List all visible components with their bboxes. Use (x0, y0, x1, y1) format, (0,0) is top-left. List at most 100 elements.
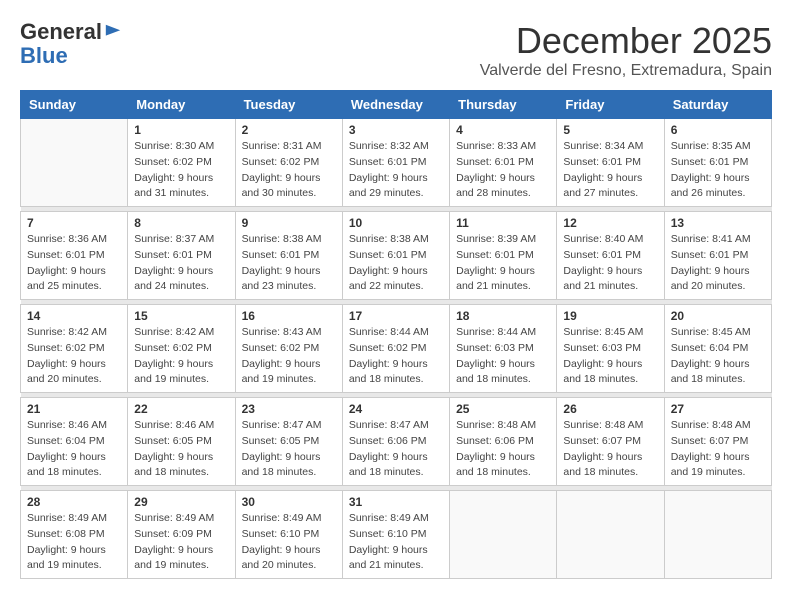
week-row-2: 7 Sunrise: 8:36 AMSunset: 6:01 PMDaylight… (21, 212, 772, 300)
column-header-wednesday: Wednesday (342, 91, 449, 119)
day-info: Sunrise: 8:38 AMSunset: 6:01 PMDaylight:… (349, 232, 443, 295)
day-info: Sunrise: 8:38 AMSunset: 6:01 PMDaylight:… (242, 232, 336, 295)
day-info: Sunrise: 8:46 AMSunset: 6:05 PMDaylight:… (134, 418, 228, 481)
calendar-cell: 24 Sunrise: 8:47 AMSunset: 6:06 PMDayligh… (342, 398, 449, 486)
month-title: December 2025 (480, 20, 772, 62)
calendar-cell: 25 Sunrise: 8:48 AMSunset: 6:06 PMDayligh… (450, 398, 557, 486)
day-info: Sunrise: 8:41 AMSunset: 6:01 PMDaylight:… (671, 232, 765, 295)
calendar-cell: 10 Sunrise: 8:38 AMSunset: 6:01 PMDayligh… (342, 212, 449, 300)
day-number: 20 (671, 309, 765, 323)
week-row-1: 1 Sunrise: 8:30 AMSunset: 6:02 PMDaylight… (21, 119, 772, 207)
day-info: Sunrise: 8:48 AMSunset: 6:06 PMDaylight:… (456, 418, 550, 481)
day-number: 27 (671, 402, 765, 416)
day-number: 6 (671, 123, 765, 137)
day-info: Sunrise: 8:44 AMSunset: 6:03 PMDaylight:… (456, 325, 550, 388)
calendar-cell: 29Sunrise: 8:49 AMSunset: 6:09 PMDayligh… (128, 491, 235, 579)
week-row-5: 28 Sunrise: 8:49 AMSunset: 6:08 PMDayligh… (21, 491, 772, 579)
calendar-table: SundayMondayTuesdayWednesdayThursdayFrid… (20, 90, 772, 579)
day-number: 13 (671, 216, 765, 230)
calendar-cell: 31 Sunrise: 8:49 AMSunset: 6:10 PMDayligh… (342, 491, 449, 579)
day-number: 3 (349, 123, 443, 137)
day-info: Sunrise: 8:49 AMSunset: 6:10 PMDaylight:… (349, 511, 443, 574)
logo-blue-text: Blue (20, 43, 68, 68)
calendar-cell (557, 491, 664, 579)
day-number: 10 (349, 216, 443, 230)
calendar-cell: 16 Sunrise: 8:43 AMSunset: 6:02 PMDayligh… (235, 305, 342, 393)
day-info: Sunrise: 8:49 AMSunset: 6:10 PMDaylight:… (242, 511, 336, 574)
day-info: Sunrise: 8:48 AMSunset: 6:07 PMDaylight:… (671, 418, 765, 481)
location-title: Valverde del Fresno, Extremadura, Spain (480, 62, 772, 80)
calendar-cell: 30 Sunrise: 8:49 AMSunset: 6:10 PMDayligh… (235, 491, 342, 579)
day-number: 23 (242, 402, 336, 416)
day-info: Sunrise: 8:45 AMSunset: 6:04 PMDaylight:… (671, 325, 765, 388)
day-info: Sunrise: 8:44 AMSunset: 6:02 PMDaylight:… (349, 325, 443, 388)
day-info: Sunrise: 8:46 AMSunset: 6:04 PMDaylight:… (27, 418, 121, 481)
column-header-sunday: Sunday (21, 91, 128, 119)
day-number: 22 (134, 402, 228, 416)
calendar-cell: 19 Sunrise: 8:45 AMSunset: 6:03 PMDayligh… (557, 305, 664, 393)
day-info: Sunrise: 8:30 AMSunset: 6:02 PMDaylight:… (134, 139, 228, 202)
day-info: Sunrise: 8:31 AMSunset: 6:02 PMDaylight:… (242, 139, 336, 202)
calendar-cell: 2 Sunrise: 8:31 AMSunset: 6:02 PMDaylight… (235, 119, 342, 207)
calendar-cell: 8 Sunrise: 8:37 AMSunset: 6:01 PMDaylight… (128, 212, 235, 300)
day-number: 26 (563, 402, 657, 416)
day-info: Sunrise: 8:47 AMSunset: 6:06 PMDaylight:… (349, 418, 443, 481)
calendar-cell: 6 Sunrise: 8:35 AMSunset: 6:01 PMDaylight… (664, 119, 771, 207)
day-number: 15 (134, 309, 228, 323)
day-number: 25 (456, 402, 550, 416)
calendar-cell: 4 Sunrise: 8:33 AMSunset: 6:01 PMDaylight… (450, 119, 557, 207)
day-number: 14 (27, 309, 121, 323)
day-number: 7 (27, 216, 121, 230)
calendar-cell: 7 Sunrise: 8:36 AMSunset: 6:01 PMDaylight… (21, 212, 128, 300)
column-header-monday: Monday (128, 91, 235, 119)
day-number: 31 (349, 495, 443, 509)
day-number: 1 (134, 123, 228, 137)
day-info: Sunrise: 8:42 AMSunset: 6:02 PMDaylight:… (134, 325, 228, 388)
day-info: Sunrise: 8:34 AMSunset: 6:01 PMDaylight:… (563, 139, 657, 202)
calendar-cell: 23Sunrise: 8:47 AMSunset: 6:05 PMDayligh… (235, 398, 342, 486)
day-info: Sunrise: 8:42 AMSunset: 6:02 PMDaylight:… (27, 325, 121, 388)
column-header-tuesday: Tuesday (235, 91, 342, 119)
calendar-cell: 13 Sunrise: 8:41 AMSunset: 6:01 PMDayligh… (664, 212, 771, 300)
calendar-cell (450, 491, 557, 579)
calendar-cell: 27 Sunrise: 8:48 AMSunset: 6:07 PMDayligh… (664, 398, 771, 486)
day-number: 4 (456, 123, 550, 137)
calendar-cell: 11Sunrise: 8:39 AMSunset: 6:01 PMDayligh… (450, 212, 557, 300)
calendar-cell: 22 Sunrise: 8:46 AMSunset: 6:05 PMDayligh… (128, 398, 235, 486)
calendar-cell: 20 Sunrise: 8:45 AMSunset: 6:04 PMDayligh… (664, 305, 771, 393)
day-number: 19 (563, 309, 657, 323)
calendar-cell: 14 Sunrise: 8:42 AMSunset: 6:02 PMDayligh… (21, 305, 128, 393)
day-number: 5 (563, 123, 657, 137)
calendar-cell: 26Sunrise: 8:48 AMSunset: 6:07 PMDayligh… (557, 398, 664, 486)
calendar-cell: 21 Sunrise: 8:46 AMSunset: 6:04 PMDayligh… (21, 398, 128, 486)
column-header-thursday: Thursday (450, 91, 557, 119)
day-info: Sunrise: 8:35 AMSunset: 6:01 PMDaylight:… (671, 139, 765, 202)
day-number: 21 (27, 402, 121, 416)
header-row: SundayMondayTuesdayWednesdayThursdayFrid… (21, 91, 772, 119)
day-number: 11 (456, 216, 550, 230)
day-number: 24 (349, 402, 443, 416)
day-info: Sunrise: 8:33 AMSunset: 6:01 PMDaylight:… (456, 139, 550, 202)
calendar-cell: 9 Sunrise: 8:38 AMSunset: 6:01 PMDaylight… (235, 212, 342, 300)
logo-flag-icon (104, 23, 122, 41)
day-number: 30 (242, 495, 336, 509)
day-info: Sunrise: 8:43 AMSunset: 6:02 PMDaylight:… (242, 325, 336, 388)
calendar-cell: 3Sunrise: 8:32 AMSunset: 6:01 PMDaylight… (342, 119, 449, 207)
day-number: 9 (242, 216, 336, 230)
calendar-cell (664, 491, 771, 579)
calendar-cell: 28 Sunrise: 8:49 AMSunset: 6:08 PMDayligh… (21, 491, 128, 579)
day-info: Sunrise: 8:36 AMSunset: 6:01 PMDaylight:… (27, 232, 121, 295)
calendar-cell: 5 Sunrise: 8:34 AMSunset: 6:01 PMDaylight… (557, 119, 664, 207)
day-number: 28 (27, 495, 121, 509)
day-number: 8 (134, 216, 228, 230)
day-info: Sunrise: 8:49 AMSunset: 6:08 PMDaylight:… (27, 511, 121, 574)
calendar-cell: 18Sunrise: 8:44 AMSunset: 6:03 PMDayligh… (450, 305, 557, 393)
column-header-saturday: Saturday (664, 91, 771, 119)
day-info: Sunrise: 8:37 AMSunset: 6:01 PMDaylight:… (134, 232, 228, 295)
day-number: 2 (242, 123, 336, 137)
day-info: Sunrise: 8:49 AMSunset: 6:09 PMDaylight:… (134, 511, 228, 574)
calendar-cell: 12Sunrise: 8:40 AMSunset: 6:01 PMDayligh… (557, 212, 664, 300)
day-info: Sunrise: 8:40 AMSunset: 6:01 PMDaylight:… (563, 232, 657, 295)
day-info: Sunrise: 8:45 AMSunset: 6:03 PMDaylight:… (563, 325, 657, 388)
day-number: 16 (242, 309, 336, 323)
